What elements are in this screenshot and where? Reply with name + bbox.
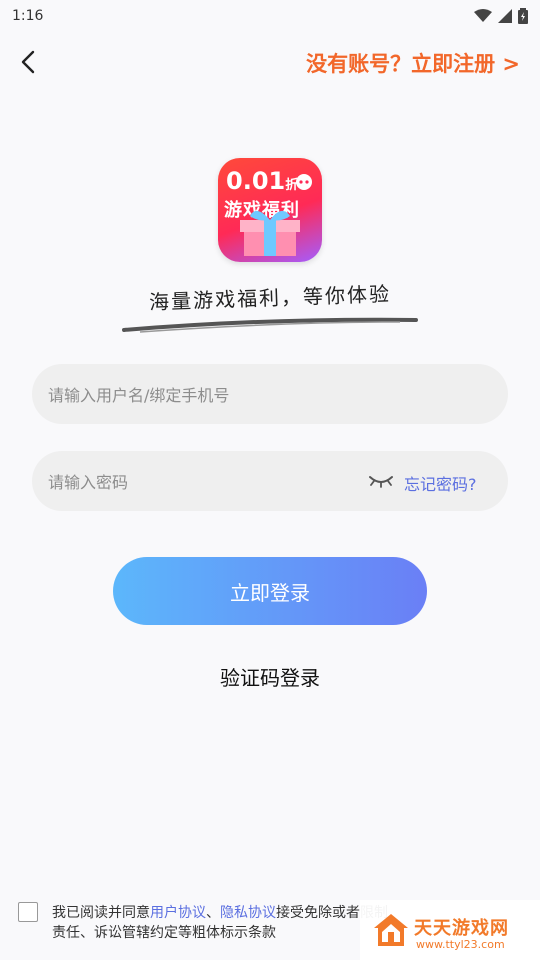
password-field[interactable]: 忘记密码? xyxy=(32,451,508,513)
username-input[interactable] xyxy=(46,364,490,426)
eye-closed-icon[interactable] xyxy=(368,471,394,489)
forgot-password-link[interactable]: 忘记密码? xyxy=(404,471,477,495)
login-button[interactable]: 立即登录 xyxy=(113,557,427,625)
nav-bar: 没有账号？立即注册 > xyxy=(0,38,540,86)
password-input[interactable] xyxy=(46,451,350,513)
agreement-checkbox[interactable] xyxy=(18,902,38,922)
site-watermark: 天天游戏网 www.ttyl23.com xyxy=(360,900,540,960)
username-field[interactable] xyxy=(32,364,508,426)
watermark-house-icon xyxy=(374,914,408,946)
watermark-url: www.ttyl23.com xyxy=(416,938,505,951)
gift-box-icon xyxy=(240,174,312,256)
signal-icon xyxy=(498,9,512,23)
battery-icon xyxy=(518,8,528,24)
chevron-left-icon xyxy=(21,50,35,74)
privacy-agreement-link[interactable]: 隐私协议 xyxy=(220,905,276,921)
user-agreement-link[interactable]: 用户协议 xyxy=(150,905,206,921)
brush-stroke-decoration xyxy=(122,317,418,333)
watermark-title: 天天游戏网 xyxy=(414,918,509,939)
back-button[interactable] xyxy=(10,44,46,80)
sms-login-link[interactable]: 验证码登录 xyxy=(0,662,540,691)
app-logo: 0.01折 游戏福利 xyxy=(218,158,322,262)
status-time: 1:16 xyxy=(12,8,44,24)
status-icons xyxy=(474,8,528,24)
status-bar: 1:16 xyxy=(0,0,540,32)
agreement-text: 我已阅读并同意用户协议、隐私协议接受免除或者限制责任、诉讼管辖约定等粗体标示条款 xyxy=(52,905,388,941)
register-link[interactable]: 没有账号？立即注册 > xyxy=(306,48,520,78)
wifi-icon xyxy=(474,9,492,22)
